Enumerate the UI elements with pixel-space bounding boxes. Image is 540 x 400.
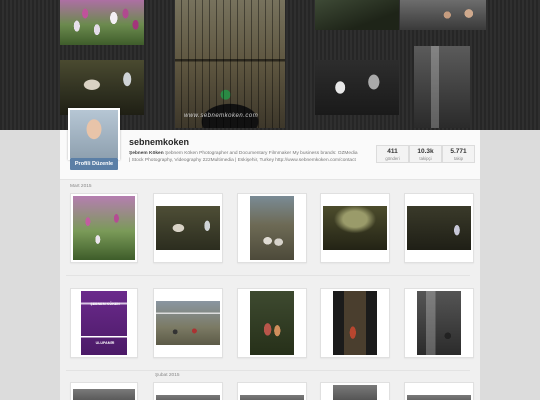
photo-tile-kids[interactable] xyxy=(237,288,307,358)
avatar[interactable] xyxy=(68,108,120,160)
stat-followers-value: 10.3k xyxy=(417,148,434,155)
stat-following-label: takip xyxy=(453,156,464,161)
stat-posts-value: 411 xyxy=(387,148,398,155)
cover-photo-children[interactable] xyxy=(400,0,486,30)
bio-name: Şebnem Köken xyxy=(129,151,164,156)
photo-tile-doorway[interactable] xyxy=(320,288,390,358)
row-divider xyxy=(66,370,470,371)
photo-tile-row3-2[interactable] xyxy=(153,382,223,400)
cover-watermark: www.sebnemkoken.com xyxy=(184,113,259,119)
stat-following-value: 5.771 xyxy=(450,148,467,155)
photo-tile-goalpost[interactable] xyxy=(153,288,223,358)
stat-posts-label: gönderi xyxy=(385,156,400,161)
photo-tile-sheep[interactable] xyxy=(237,193,307,263)
poster-title: ŞEBNEM KÖKEN xyxy=(90,302,120,306)
photo-tile-bus[interactable] xyxy=(404,288,474,358)
photo-tile-row3-3[interactable] xyxy=(237,382,307,400)
cover-photo-sheep[interactable] xyxy=(315,60,399,115)
photo-tile-tulips[interactable] xyxy=(70,193,138,263)
stat-posts[interactable]: 411 gönderi xyxy=(376,145,409,163)
cover-photo-tulips[interactable] xyxy=(60,0,144,45)
photo-tile-woods[interactable] xyxy=(320,193,390,263)
stat-following[interactable]: 5.771 takip xyxy=(442,145,475,163)
section-label-february: Şubat 2015 xyxy=(155,373,180,378)
cover-photo-landscape[interactable] xyxy=(315,0,399,30)
poster-subtitle: ULUPAMİR xyxy=(95,341,115,345)
photo-tile-fields[interactable] xyxy=(404,193,474,263)
edit-profile-button[interactable]: Profili Düzenle xyxy=(70,158,118,170)
stat-followers-label: takipçi xyxy=(419,156,432,161)
cover-photo-old-man[interactable] xyxy=(60,60,144,115)
photo-tile-row3-5[interactable] xyxy=(404,382,474,400)
stat-followers[interactable]: 10.3k takipçi xyxy=(409,145,442,163)
bio-text: Şebnem Köken Photographer and Documentar… xyxy=(129,151,358,164)
photo-tile-row3-4[interactable] xyxy=(320,382,390,400)
section-label-march: Mart 2015 xyxy=(70,184,92,189)
photo-tile-old-man[interactable] xyxy=(153,193,223,263)
profile-username: sebnemkoken xyxy=(129,137,190,147)
cover-photo-balcony[interactable] xyxy=(175,0,285,128)
cover-photo-bus[interactable] xyxy=(414,46,470,128)
photo-tile-row3-1[interactable] xyxy=(70,382,138,400)
photo-tile-poster[interactable]: ŞEBNEM KÖKEN ULUPAMİR xyxy=(70,288,138,358)
profile-bio: Şebnem Köken Şebnem Köken Photographer a… xyxy=(129,150,359,164)
row-divider xyxy=(66,275,470,276)
